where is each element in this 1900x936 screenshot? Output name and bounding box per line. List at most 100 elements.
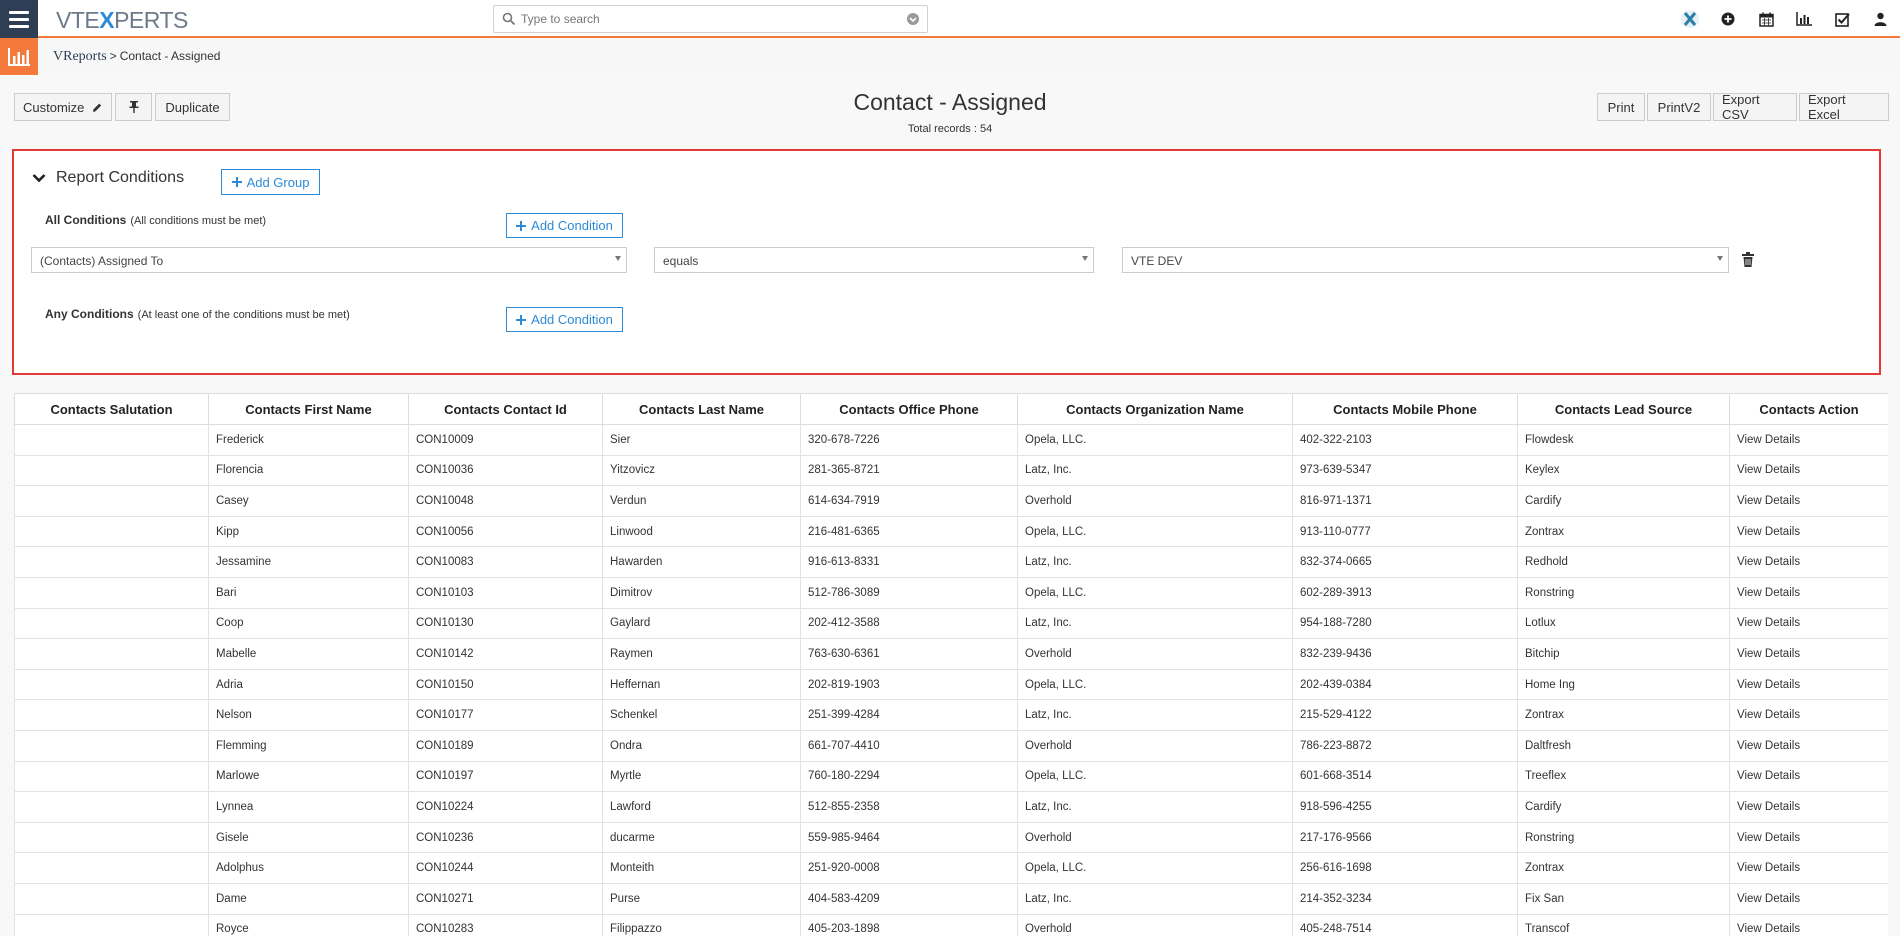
table-cell: 973-639-5347 — [1292, 454, 1518, 487]
table-cell: Nelson — [208, 699, 409, 731]
chart-icon[interactable] — [1794, 9, 1814, 29]
table-cell: Overhold — [1017, 638, 1293, 670]
table-cell: 404-583-4209 — [800, 882, 1018, 915]
export-excel-button[interactable]: Export Excel — [1799, 92, 1889, 122]
table-cell: Opela, LLC. — [1017, 576, 1293, 609]
column-header[interactable]: Contacts Organization Name — [1017, 393, 1293, 425]
view-details-link[interactable]: View Details — [1729, 791, 1888, 823]
table-row[interactable]: Jessamine CON10083 Hawarden 916-613-8331 Lat… — [14, 546, 1888, 578]
table-cell — [14, 424, 209, 456]
table-cell: 601-668-3514 — [1292, 760, 1518, 793]
table-cell: Ronstring — [1517, 576, 1730, 609]
column-header[interactable]: Contacts Lead Source — [1517, 393, 1730, 425]
table-cell: Home Ing — [1517, 668, 1730, 701]
table-row[interactable]: Florencia CON10036 Yitzovicz 281-365-8721 La… — [14, 454, 1888, 487]
table-cell: 918-596-4255 — [1292, 791, 1518, 823]
breadcrumb-module-link[interactable]: VReports — [53, 49, 107, 64]
reports-module-icon[interactable] — [0, 38, 38, 75]
calendar-icon[interactable] — [1756, 9, 1776, 29]
view-details-link[interactable]: View Details — [1729, 699, 1888, 731]
condition-value-select[interactable]: VTE DEV — [1122, 247, 1729, 273]
table-cell: CON10056 — [408, 515, 603, 548]
chevron-down-icon[interactable] — [906, 12, 920, 26]
table-cell: Keylex — [1517, 454, 1730, 487]
view-details-link[interactable]: View Details — [1729, 485, 1888, 517]
table-cell: CON10236 — [408, 821, 603, 854]
view-details-link[interactable]: View Details — [1729, 821, 1888, 854]
plus-circle-icon[interactable] — [1718, 9, 1738, 29]
column-header[interactable]: Contacts Office Phone — [800, 393, 1018, 425]
table-cell: Florencia — [208, 454, 409, 487]
condition-operator-select[interactable]: equals — [654, 247, 1094, 273]
table-cell: Sier — [602, 424, 801, 456]
column-header[interactable]: Contacts Mobile Phone — [1292, 393, 1518, 425]
app-logo[interactable]: VTEXPERTS — [56, 7, 188, 34]
add-all-condition-button[interactable]: Add Condition — [506, 213, 623, 238]
vtexperts-logo-icon[interactable] — [1680, 9, 1700, 29]
table-cell: Treeflex — [1517, 760, 1730, 793]
column-header[interactable]: Contacts Contact Id — [408, 393, 603, 425]
table-cell: Schenkel — [602, 699, 801, 731]
report-conditions-toggle[interactable]: Report Conditions — [32, 169, 184, 187]
table-row[interactable]: Bari CON10103 Dimitrov 512-786-3089 Opela, L… — [14, 576, 1888, 609]
view-details-link[interactable]: View Details — [1729, 638, 1888, 670]
table-row[interactable]: Royce CON10283 Filippazzo 405-203-1898 Overh… — [14, 913, 1888, 936]
table-cell: 786-223-8872 — [1292, 729, 1518, 762]
table-row[interactable]: Lynnea CON10224 Lawford 512-855-2358 Latz, I… — [14, 791, 1888, 823]
view-details-link[interactable]: View Details — [1729, 454, 1888, 487]
table-row[interactable]: Adolphus CON10244 Monteith 251-920-0008 Opel… — [14, 852, 1888, 884]
trash-icon[interactable] — [1741, 252, 1755, 268]
table-row[interactable]: Flemming CON10189 Ondra 661-707-4410 Overhol… — [14, 729, 1888, 762]
printv2-button[interactable]: PrintV2 — [1647, 93, 1711, 121]
view-details-link[interactable]: View Details — [1729, 576, 1888, 609]
table-cell: Opela, LLC. — [1017, 424, 1293, 456]
user-icon[interactable] — [1870, 9, 1890, 29]
report-table-container[interactable]: Contacts Salutation Contacts First Name Co… — [14, 393, 1888, 936]
view-details-link[interactable]: View Details — [1729, 607, 1888, 640]
table-cell: Yitzovicz — [602, 454, 801, 487]
table-row[interactable]: Nelson CON10177 Schenkel 251-399-4284 Latz, … — [14, 699, 1888, 731]
table-cell: 816-971-1371 — [1292, 485, 1518, 517]
view-details-link[interactable]: View Details — [1729, 729, 1888, 762]
view-details-link[interactable]: View Details — [1729, 882, 1888, 915]
print-button[interactable]: Print — [1597, 93, 1645, 121]
add-any-condition-button[interactable]: Add Condition — [506, 307, 623, 332]
table-cell — [14, 821, 209, 854]
table-row[interactable]: Frederick CON10009 Sier 320-678-7226 Opela, … — [14, 424, 1888, 456]
view-details-link[interactable]: View Details — [1729, 913, 1888, 936]
top-bar: VTEXPERTS — [0, 0, 1900, 38]
breadcrumb-page: Contact - Assigned — [119, 49, 221, 63]
table-row[interactable]: Mabelle CON10142 Raymen 763-630-6361 Overhol… — [14, 638, 1888, 670]
column-header[interactable]: Contacts Salutation — [14, 393, 209, 425]
condition-field-select[interactable]: (Contacts) Assigned To — [31, 247, 627, 273]
table-row[interactable]: Kipp CON10056 Linwood 216-481-6365 Opela, LL… — [14, 515, 1888, 548]
any-conditions-title: Any Conditions — [45, 307, 134, 321]
menu-icon[interactable] — [0, 0, 38, 38]
search-input[interactable] — [521, 9, 891, 29]
view-details-link[interactable]: View Details — [1729, 760, 1888, 793]
view-details-link[interactable]: View Details — [1729, 424, 1888, 456]
checkbox-icon[interactable] — [1832, 9, 1852, 29]
column-header[interactable]: Contacts First Name — [208, 393, 409, 425]
table-row[interactable]: Dame CON10271 Purse 404-583-4209 Latz, Inc. 2… — [14, 882, 1888, 915]
table-cell: 763-630-6361 — [800, 638, 1018, 670]
view-details-link[interactable]: View Details — [1729, 515, 1888, 548]
table-row[interactable]: Gisele CON10236 ducarme 559-985-9464 Overhol… — [14, 821, 1888, 854]
top-icons — [1680, 9, 1890, 29]
table-cell: Myrtle — [602, 760, 801, 793]
table-row[interactable]: Adria CON10150 Heffernan 202-819-1903 Opela,… — [14, 668, 1888, 701]
view-details-link[interactable]: View Details — [1729, 546, 1888, 578]
add-group-button[interactable]: Add Group — [221, 169, 320, 195]
table-row[interactable]: Casey CON10048 Verdun 614-634-7919 Overhold 8… — [14, 485, 1888, 517]
table-cell: CON10142 — [408, 638, 603, 670]
export-csv-button[interactable]: Export CSV — [1713, 92, 1797, 122]
view-details-link[interactable]: View Details — [1729, 852, 1888, 884]
table-row[interactable]: Marlowe CON10197 Myrtle 760-180-2294 Opela, … — [14, 760, 1888, 793]
table-cell: CON10048 — [408, 485, 603, 517]
table-cell: Ronstring — [1517, 821, 1730, 854]
view-details-link[interactable]: View Details — [1729, 668, 1888, 701]
table-cell: CON10009 — [408, 424, 603, 456]
column-header[interactable]: Contacts Action — [1729, 393, 1888, 425]
column-header[interactable]: Contacts Last Name — [602, 393, 801, 425]
table-row[interactable]: Coop CON10130 Gaylard 202-412-3588 Latz, Inc… — [14, 607, 1888, 640]
